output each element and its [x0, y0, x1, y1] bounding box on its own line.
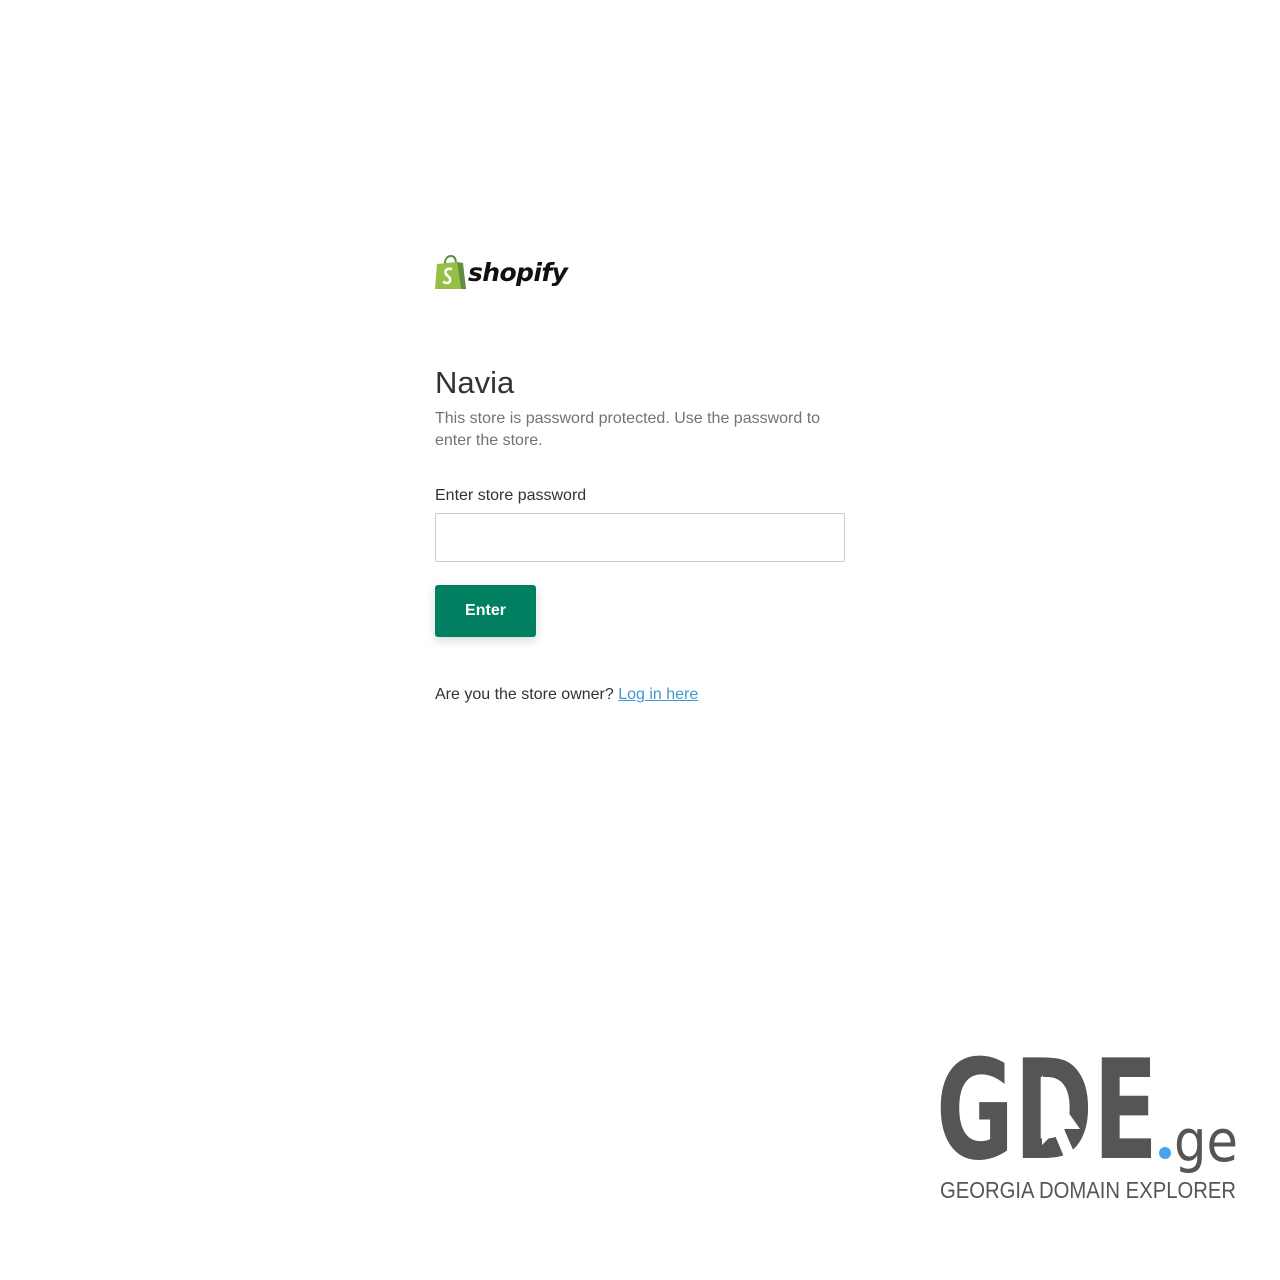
gde-tagline: GEORGIA DOMAIN EXPLORER — [940, 1177, 1236, 1203]
gde-logo: GDE ge — [936, 1035, 1238, 1191]
store-description: This store is password protected. Use th… — [435, 410, 821, 449]
password-input[interactable] — [435, 513, 845, 562]
shopify-bag-icon — [435, 255, 466, 289]
shopify-logo: shopify — [435, 254, 845, 292]
enter-button[interactable]: Enter — [435, 585, 536, 637]
password-page: shopify Navia This store is password pro… — [0, 0, 1280, 1280]
store-name: Navia — [435, 365, 515, 400]
gde-watermark: GDE ge GEORGIA DOMAIN EXPLORER — [936, 1035, 1238, 1203]
login-link[interactable]: Log in here — [618, 686, 698, 703]
shopify-wordmark: shopify — [468, 257, 568, 287]
password-container: shopify Navia This store is password pro… — [435, 254, 845, 705]
svg-text:ge: ge — [1174, 1107, 1238, 1175]
password-label: Enter store password — [435, 487, 587, 504]
owner-login-line: Are you the store owner? Log in here — [435, 685, 845, 705]
gde-dot — [1159, 1147, 1171, 1159]
owner-prompt: Are you the store owner? — [435, 686, 614, 703]
